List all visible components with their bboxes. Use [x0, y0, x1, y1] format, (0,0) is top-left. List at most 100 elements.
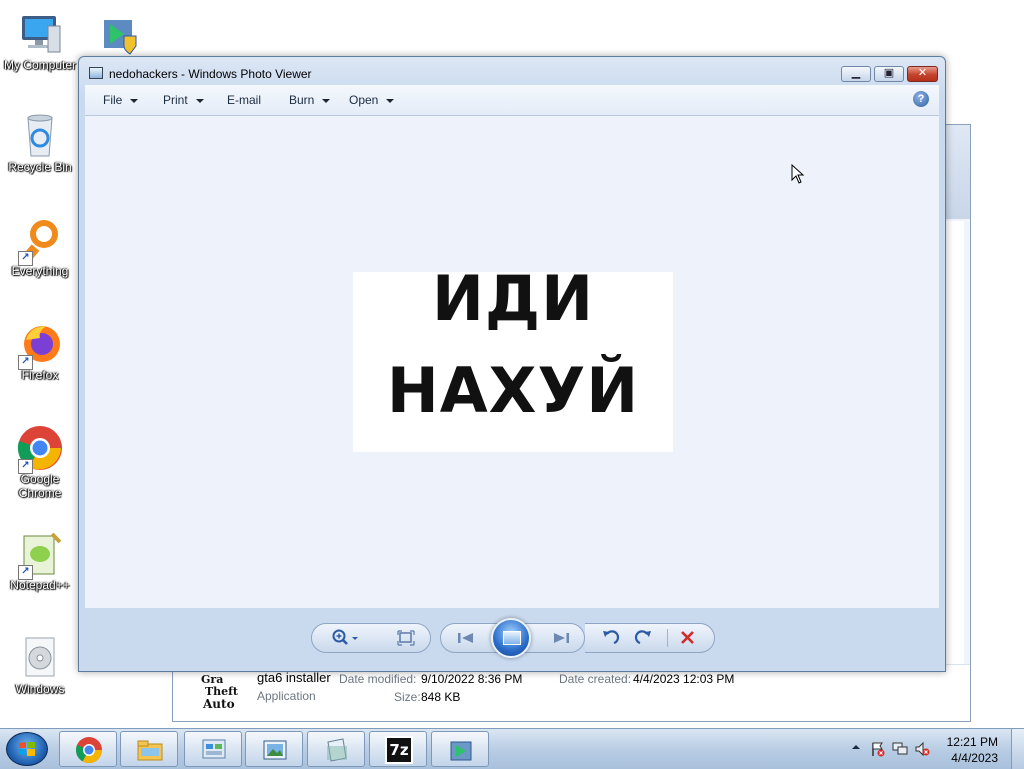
explorer-icon — [137, 740, 163, 761]
action-center-icon[interactable] — [870, 741, 886, 757]
maximize-button[interactable]: ▣ — [874, 66, 904, 82]
date-modified-label: Date modified: — [339, 672, 417, 686]
taskbar-chrome[interactable] — [59, 731, 117, 767]
desktop-icon-everything[interactable]: ↗ Everything — [0, 216, 80, 278]
chrome-icon — [75, 737, 103, 764]
control-panel-icon — [202, 739, 226, 759]
desktop-icon-installer[interactable] — [78, 10, 158, 58]
zoom-button[interactable] — [330, 628, 366, 648]
taskbar-notepad[interactable] — [307, 731, 365, 767]
volume-muted-icon[interactable] — [914, 741, 930, 757]
actual-size-button[interactable] — [396, 629, 416, 647]
slideshow-button[interactable] — [491, 618, 531, 658]
desktop-icon-firefox[interactable]: ↗ Firefox — [0, 320, 80, 382]
date-created-value: 4/4/2023 12:03 PM — [633, 672, 735, 686]
menu-file[interactable]: File — [103, 93, 139, 107]
desktop-icon-label: Recycle Bin — [8, 160, 72, 174]
desktop-icon-label: Windows — [15, 682, 65, 696]
desktop-icon-google-chrome[interactable]: ↗ Google Chrome — [0, 424, 80, 500]
menu-label: Open — [349, 93, 379, 107]
start-button[interactable] — [6, 732, 48, 766]
image-text-line-1: ИДИ — [432, 262, 594, 335]
chevron-down-icon — [322, 98, 331, 103]
menu-label: File — [103, 93, 123, 107]
controls-divider — [667, 629, 668, 647]
photo-viewer-app-icon[interactable] — [89, 67, 103, 79]
taskbar-control-panel[interactable] — [184, 731, 242, 767]
shortcut-arrow-icon: ↗ — [18, 565, 33, 580]
command-bar: File Print E-mail Burn Open ? — [85, 85, 939, 116]
photo-viewer-window[interactable]: nedohackers - Windows Photo Viewer ▁ ▣ ✕… — [78, 56, 946, 672]
chevron-down-icon — [130, 98, 139, 103]
show-hidden-icons-button[interactable] — [848, 742, 864, 758]
previous-icon — [458, 633, 473, 643]
show-desktop-button[interactable] — [1011, 729, 1024, 769]
notepadpp-icon: ↗ — [16, 530, 64, 580]
menu-label: Print — [163, 93, 188, 107]
chrome-icon: ↗ — [16, 424, 64, 474]
rotate-cw-button[interactable] — [633, 628, 655, 648]
desktop-icon-notepadpp[interactable]: ↗ Notepad++ — [0, 530, 80, 592]
desktop-icon-label: Notepad++ — [10, 578, 70, 592]
taskbar-installer[interactable] — [431, 731, 489, 767]
date-modified-value: 9/10/2022 8:36 PM — [421, 672, 523, 686]
slideshow-icon — [503, 631, 521, 645]
size-value: 848 KB — [421, 690, 461, 704]
help-icon[interactable]: ? — [913, 91, 929, 107]
next-button[interactable] — [548, 628, 572, 648]
file-name: gta6 installer — [257, 670, 331, 685]
previous-button[interactable] — [455, 628, 479, 648]
close-button[interactable]: ✕ — [907, 66, 938, 82]
rotate-ccw-icon — [603, 630, 620, 645]
date-created-label: Date created: — [559, 672, 632, 686]
details-pane: Gra Theft Auto gta6 installer Applicatio… — [173, 664, 970, 721]
menu-print[interactable]: Print — [163, 93, 204, 107]
shortcut-arrow-icon: ↗ — [18, 251, 33, 266]
delete-button[interactable] — [677, 628, 699, 648]
desktop-icon-windows[interactable]: Windows — [0, 634, 80, 696]
desktop-icon-my-computer[interactable]: My Computer — [0, 10, 80, 72]
menu-label: Burn — [289, 93, 315, 107]
actual-size-icon — [397, 630, 415, 646]
taskbar-photo-viewer[interactable] — [245, 731, 303, 767]
image-text-line-2: НАХУЙ — [386, 354, 640, 427]
menu-email[interactable]: E-mail — [227, 93, 261, 107]
gta-logo: Gra Theft Auto — [197, 671, 243, 715]
menu-burn[interactable]: Burn — [289, 93, 331, 107]
explorer-toolbar-edge — [942, 125, 970, 219]
system-tray: 12:21 PM 4/4/2023 — [834, 729, 1024, 769]
minimize-button[interactable]: ▁ — [841, 66, 871, 82]
shortcut-arrow-icon: ↗ — [18, 355, 33, 370]
menu-label: E-mail — [227, 93, 262, 107]
rotate-ccw-button[interactable] — [599, 628, 621, 648]
rotate-cw-icon — [634, 630, 651, 645]
edit-controls — [585, 623, 715, 653]
clock-time[interactable]: 12:21 PM — [947, 735, 998, 749]
desktop-icon-recycle-bin[interactable]: Recycle Bin — [0, 112, 80, 174]
chevron-down-icon — [195, 98, 204, 103]
shortcut-arrow-icon: ↗ — [18, 459, 33, 474]
chevron-up-icon — [852, 745, 860, 749]
mouse-cursor-icon — [791, 164, 805, 184]
close-icon: ✕ — [917, 67, 928, 79]
next-icon — [554, 633, 569, 643]
notepad-icon — [327, 738, 347, 762]
menu-open[interactable]: Open — [349, 93, 395, 107]
taskbar-explorer[interactable] — [120, 731, 178, 767]
restore-icon: ▣ — [883, 67, 895, 79]
navigation-bar — [85, 609, 939, 667]
svg-text:Auto: Auto — [202, 697, 235, 711]
desktop-icon-label: Everything — [11, 264, 69, 278]
title-bar[interactable]: nedohackers - Windows Photo Viewer ▁ ▣ ✕ — [79, 57, 945, 85]
computer-icon — [16, 10, 64, 58]
recycle-bin-icon — [16, 112, 64, 160]
installer-shield-icon — [94, 10, 142, 58]
taskbar-7zip[interactable]: 7z — [369, 731, 427, 767]
network-icon[interactable] — [892, 741, 908, 757]
taskbar: 7z 12:21 PM 4/4/2023 — [0, 728, 1024, 769]
windows-logo-icon — [19, 742, 35, 756]
delete-icon — [681, 631, 694, 644]
image-canvas[interactable]: ИДИ НАХУЙ — [85, 116, 939, 608]
firefox-icon: ↗ — [16, 320, 64, 370]
clock-date[interactable]: 4/4/2023 — [951, 751, 998, 765]
